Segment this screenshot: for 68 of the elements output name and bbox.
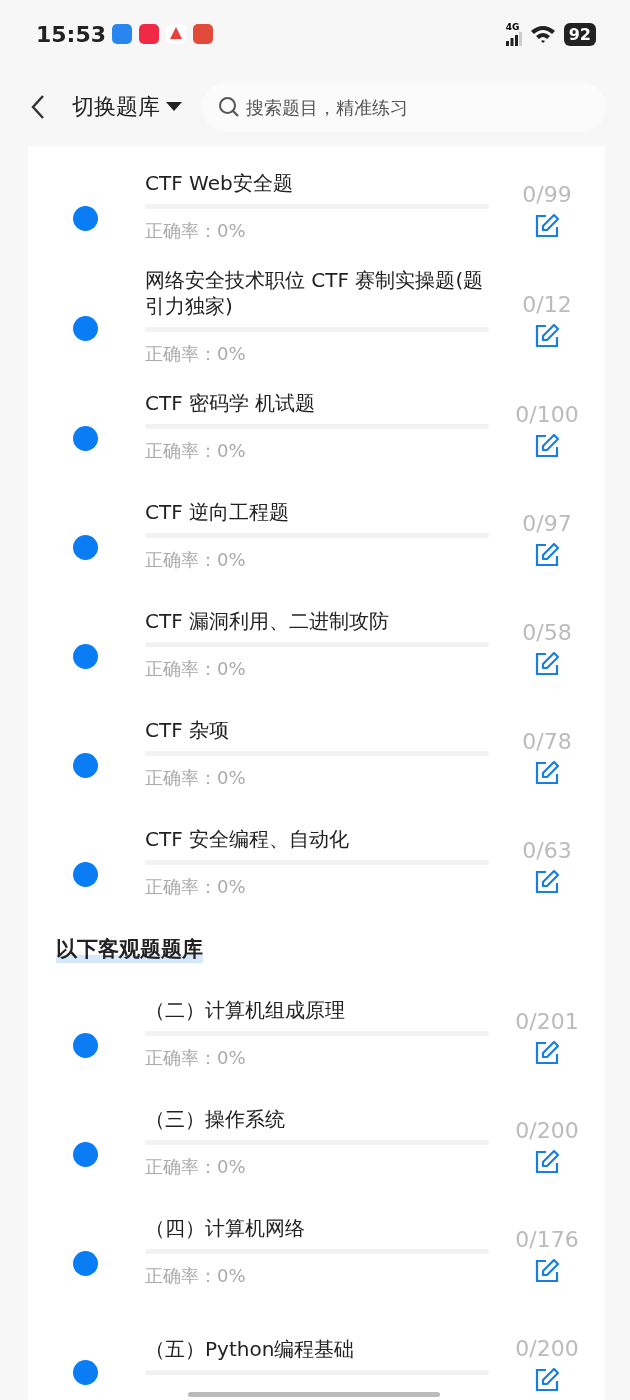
progress-count: 0/100 xyxy=(515,402,579,427)
progress-count: 0/201 xyxy=(515,1009,579,1034)
app-notification-icon xyxy=(166,24,187,44)
app-notification-icon xyxy=(139,24,160,44)
edit-icon[interactable] xyxy=(534,542,560,568)
edit-icon[interactable] xyxy=(534,323,560,349)
status-time: 15:53 xyxy=(36,21,107,47)
accuracy-rate: 正确率：0% xyxy=(145,439,247,463)
accuracy-rate: 正确率：0% xyxy=(145,657,247,681)
progress-count: 0/97 xyxy=(522,511,572,536)
progress-count: 0/58 xyxy=(522,620,572,645)
edit-icon[interactable] xyxy=(534,869,560,895)
progress-count: 0/78 xyxy=(522,729,572,754)
bullet-dot xyxy=(73,1360,98,1385)
accuracy-rate: 正确率：0% xyxy=(145,875,247,899)
edit-icon[interactable] xyxy=(534,760,560,786)
bullet-dot xyxy=(73,535,98,560)
progress-count: 0/99 xyxy=(522,182,572,207)
bank-title[interactable]: CTF Web安全题 xyxy=(145,170,489,196)
bullet-dot xyxy=(73,1142,98,1167)
edit-icon[interactable] xyxy=(534,433,560,459)
bank-title[interactable]: （二）计算机组成原理 xyxy=(145,997,489,1023)
app-notification-icon xyxy=(193,24,214,44)
network-type: 4G xyxy=(505,22,520,32)
accuracy-rate: 正确率：0% xyxy=(145,219,247,243)
bullet-dot xyxy=(73,1033,98,1058)
progress-count: 0/176 xyxy=(515,1227,579,1252)
bank-title[interactable]: 网络安全技术职位 CTF 赛制实操题(题引力独家) xyxy=(145,267,489,319)
edit-icon[interactable] xyxy=(534,1149,560,1175)
bullet-dot xyxy=(73,426,98,451)
bullet-dot xyxy=(73,1251,98,1276)
bank-title[interactable]: CTF 安全编程、自动化 xyxy=(145,826,489,852)
bullet-dot xyxy=(73,753,98,778)
edit-icon[interactable] xyxy=(534,1367,560,1393)
accuracy-rate: 正确率：0% xyxy=(145,548,247,572)
bullet-dot xyxy=(73,206,98,231)
accuracy-rate: 正确率：0% xyxy=(145,1046,247,1070)
search-field[interactable]: 搜索题目，精准练习 xyxy=(202,82,606,132)
bank-title[interactable]: CTF 杂项 xyxy=(145,717,489,743)
bullet-dot xyxy=(73,644,98,669)
bank-title[interactable]: （四）计算机网络 xyxy=(145,1215,489,1241)
accuracy-rate: 正确率：0% xyxy=(145,1155,247,1179)
accuracy-rate: 正确率：0% xyxy=(145,766,247,790)
edit-icon[interactable] xyxy=(534,213,560,239)
progress-count: 0/63 xyxy=(522,838,572,863)
accuracy-rate: 正确率：0% xyxy=(145,342,247,366)
progress-count: 0/200 xyxy=(515,1336,579,1361)
bullet-dot xyxy=(73,862,98,887)
bank-title[interactable]: CTF 漏洞利用、二进制攻防 xyxy=(145,608,489,634)
bank-title[interactable]: （三）操作系统 xyxy=(145,1106,489,1132)
app-notification-icon xyxy=(112,24,133,44)
caret-icon xyxy=(166,102,182,112)
bank-title[interactable]: CTF 密码学 机试题 xyxy=(145,390,489,416)
edit-icon[interactable] xyxy=(534,1258,560,1284)
battery-level: 92 xyxy=(563,22,596,46)
back-icon[interactable] xyxy=(30,94,46,120)
section-heading: 以下客观题题库 xyxy=(56,935,203,963)
bank-title[interactable]: CTF 逆向工程题 xyxy=(145,499,489,525)
bank-title[interactable]: （五）Python编程基础 xyxy=(145,1336,489,1362)
edit-icon[interactable] xyxy=(534,1040,560,1066)
progress-count: 0/200 xyxy=(515,1118,579,1143)
edit-icon[interactable] xyxy=(534,651,560,677)
wifi-icon xyxy=(529,24,556,44)
switch-bank-dropdown[interactable]: 切换题库 xyxy=(72,92,182,122)
bullet-dot xyxy=(73,316,98,341)
accuracy-rate: 正确率：0% xyxy=(145,1264,247,1288)
progress-count: 0/12 xyxy=(522,292,572,317)
signal-icon xyxy=(505,31,522,46)
